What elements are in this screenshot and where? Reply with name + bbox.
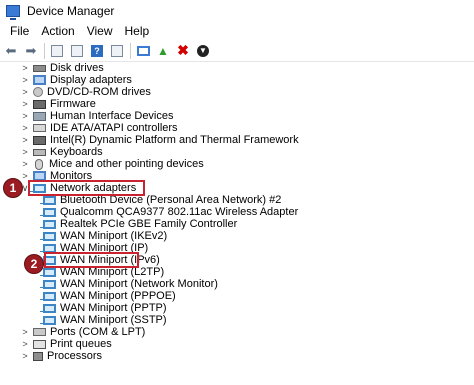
toolbar-separator [130,42,131,59]
network-adapter-icon [40,303,56,313]
chevron-right-icon[interactable]: > [20,146,30,158]
tree-item-qualcomm-wireless[interactable]: Qualcomm QCA9377 802.11ac Wireless Adapt… [40,206,298,218]
tree-item-firmware[interactable]: > Firmware [20,98,95,110]
chip-icon [33,99,46,109]
view-icon[interactable] [109,43,125,59]
uninstall-icon[interactable]: ✖ [175,42,191,59]
mouse-icon [35,158,43,170]
processor-icon [33,351,43,361]
chevron-right-icon[interactable]: > [20,326,30,338]
tree-item-wan-sstp[interactable]: WAN Miniport (SSTP) [40,314,167,326]
menu-action[interactable]: Action [35,24,80,38]
menu-help[interactable]: Help [119,24,156,38]
tree-item-wan-ikev2[interactable]: WAN Miniport (IKEv2) [40,230,167,242]
menu-bar: File Action View Help [0,22,474,40]
chevron-right-icon[interactable]: > [20,74,30,86]
tree-item-print-queues[interactable]: > Print queues [20,338,111,350]
highlight-wan-ipv6 [44,252,139,268]
window-title: Device Manager [27,4,115,18]
chevron-right-icon[interactable]: > [20,110,30,122]
network-adapter-icon [40,267,56,277]
forward-arrow-icon[interactable]: ➡ [23,43,39,59]
network-adapter-icon [40,219,56,229]
tree-item-disk-drives[interactable]: > Disk drives [20,62,103,74]
back-arrow-icon[interactable]: ⬅ [3,43,19,59]
tree-item-hid[interactable]: > Human Interface Devices [20,110,173,122]
device-tree: > Disk drives > Display adapters > DVD/CD-R… [0,62,474,385]
callout-badge-1: 1 [3,178,23,198]
network-adapter-icon [40,231,56,241]
network-adapter-icon [40,279,56,289]
tree-item-display-adapters[interactable]: > Display adapters [20,74,132,86]
tree-item-ports[interactable]: > Ports (COM & LPT) [20,326,145,338]
download-icon[interactable]: ▼ [195,43,211,59]
tree-item-realtek-gbe[interactable]: Realtek PCIe GBE Family Controller [40,218,237,230]
hid-icon [33,111,46,121]
callout-badge-2: 2 [24,254,44,274]
tree-item-mice[interactable]: > Mice and other pointing devices [20,158,203,170]
tree-item-ide-controllers[interactable]: > IDE ATA/ATAPI controllers [20,122,177,134]
drive-icon [33,64,46,72]
port-icon [33,328,46,336]
chevron-right-icon[interactable]: > [20,338,30,350]
network-adapter-icon [40,207,56,217]
help-icon[interactable]: ? [89,43,105,59]
chevron-right-icon[interactable]: > [20,134,30,146]
tree-item-keyboards[interactable]: > Keyboards [20,146,102,158]
tree-item-wan-pptp[interactable]: WAN Miniport (PPTP) [40,302,167,314]
printer-icon [33,339,46,349]
network-adapter-icon [40,291,56,301]
monitor-icon [33,75,46,85]
chevron-right-icon[interactable]: > [20,158,30,170]
tree-item-intel-dptf[interactable]: > Intel(R) Dynamic Platform and Thermal F… [20,134,298,146]
chevron-right-icon[interactable]: > [20,62,30,74]
menu-view[interactable]: View [81,24,119,38]
chevron-right-icon[interactable]: > [20,350,30,362]
toolbar: ⬅ ➡ ? ▲ ✖ ▼ [0,40,474,62]
network-adapter-icon [40,195,56,205]
chevron-right-icon[interactable]: > [20,98,30,110]
tree-item-processors[interactable]: > Processors [20,350,102,362]
network-adapter-icon [40,315,56,325]
tree-item-dvd-drives[interactable]: > DVD/CD-ROM drives [20,86,151,98]
show-hidden-icon[interactable] [69,43,85,59]
device-manager-icon [6,5,20,20]
menu-file[interactable]: File [4,24,35,38]
toolbar-separator [44,42,45,59]
tree-item-wan-pppoe[interactable]: WAN Miniport (PPPOE) [40,290,176,302]
chevron-right-icon[interactable]: > [20,86,30,98]
properties-icon[interactable] [49,43,65,59]
dvd-icon [33,87,43,97]
scan-hardware-icon[interactable] [135,43,151,59]
ide-icon [33,124,46,132]
chevron-right-icon[interactable]: > [20,122,30,134]
highlight-network-adapters [28,180,145,196]
update-driver-icon[interactable]: ▲ [155,43,171,59]
tree-item-wan-network-monitor[interactable]: WAN Miniport (Network Monitor) [40,278,218,290]
title-bar: Device Manager [0,0,474,22]
keyboard-icon [33,148,46,156]
chip-icon [33,135,46,145]
